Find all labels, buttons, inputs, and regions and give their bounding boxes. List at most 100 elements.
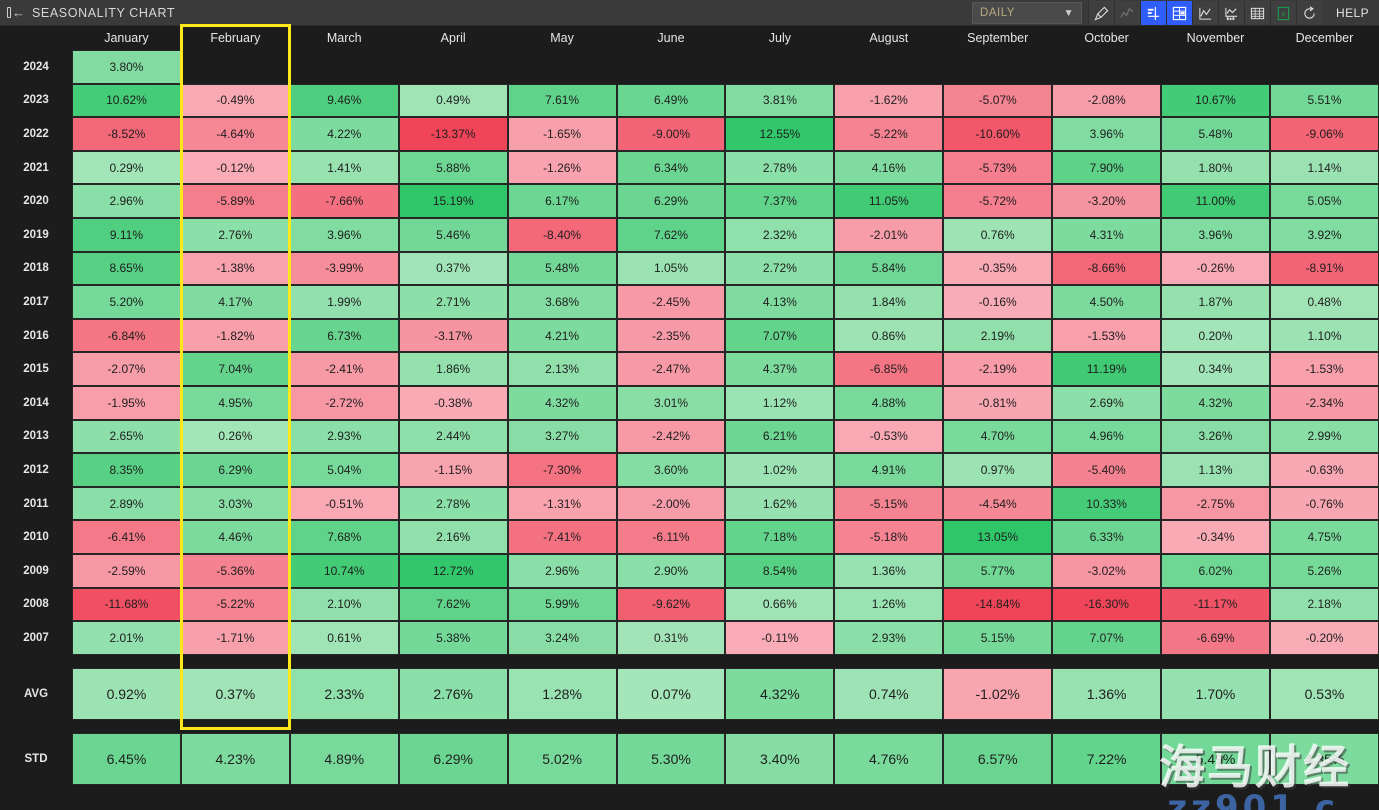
data-cell[interactable]: -1.31% (507, 486, 617, 521)
data-cell[interactable]: 4.32% (507, 385, 617, 420)
data-cell[interactable]: 1.99% (289, 285, 399, 319)
data-cell[interactable]: 8.35% (72, 453, 181, 487)
data-cell[interactable]: -5.73% (943, 150, 1053, 185)
data-cell[interactable]: 2.65% (72, 419, 181, 454)
data-cell[interactable]: 2.18% (1269, 587, 1379, 622)
data-cell[interactable]: 1.12% (725, 385, 835, 420)
data-cell[interactable]: -11.68% (72, 587, 181, 622)
data-cell[interactable]: 5.38% (398, 621, 508, 655)
data-cell[interactable]: 3.01% (616, 385, 726, 420)
data-cell[interactable]: 5.20% (72, 285, 181, 319)
data-cell[interactable]: 6.17% (507, 184, 617, 218)
summary-cell[interactable]: 5.02% (507, 732, 617, 785)
data-cell[interactable]: -1.15% (398, 453, 508, 487)
data-cell[interactable]: 2.10% (289, 587, 399, 622)
data-cell[interactable]: -5.22% (834, 117, 944, 151)
excel-export-icon[interactable]: X (1270, 1, 1297, 25)
data-cell[interactable]: 7.90% (1052, 150, 1162, 185)
data-cell[interactable]: 5.99% (507, 587, 617, 622)
data-cell[interactable]: -7.66% (289, 184, 399, 218)
data-cell[interactable]: -8.66% (1052, 251, 1162, 286)
summary-cell[interactable]: 2.76% (398, 667, 508, 720)
data-cell[interactable]: 7.18% (725, 520, 835, 554)
data-cell[interactable]: -8.52% (72, 117, 181, 151)
data-cell[interactable]: 8.54% (725, 553, 835, 588)
data-cell[interactable]: -16.30% (1052, 587, 1162, 622)
summary-cell[interactable]: 5.49% (1161, 732, 1270, 785)
summary-cell[interactable]: 4.35% (1269, 732, 1379, 785)
data-cell[interactable]: -2.72% (289, 385, 399, 420)
data-cell[interactable]: 4.95% (180, 385, 290, 420)
summary-cell[interactable]: 5.30% (616, 732, 726, 785)
data-cell[interactable]: 5.88% (398, 150, 508, 185)
data-cell[interactable]: 15.19% (398, 184, 508, 218)
data-cell[interactable]: -0.16% (943, 285, 1053, 319)
data-cell[interactable]: -9.00% (616, 117, 726, 151)
summary-cell[interactable]: 0.37% (180, 667, 290, 720)
data-cell[interactable]: 1.05% (616, 251, 726, 286)
data-cell[interactable]: 4.17% (180, 285, 290, 319)
data-cell[interactable]: -2.01% (834, 217, 944, 252)
data-cell[interactable]: -8.40% (507, 217, 617, 252)
data-cell[interactable]: 7.61% (507, 83, 617, 118)
data-cell[interactable]: 11.05% (834, 184, 944, 218)
data-cell[interactable]: 12.72% (398, 553, 508, 588)
data-cell[interactable]: 0.20% (1161, 318, 1270, 353)
data-cell[interactable]: 4.88% (834, 385, 944, 420)
data-cell[interactable]: -3.20% (1052, 184, 1162, 218)
data-cell[interactable]: 2.93% (289, 419, 399, 454)
data-cell[interactable]: 2.96% (507, 553, 617, 588)
data-cell-empty[interactable] (1269, 50, 1379, 84)
summary-cell[interactable]: 1.28% (507, 667, 617, 720)
data-cell[interactable]: 3.60% (616, 453, 726, 487)
data-cell[interactable]: -8.91% (1269, 251, 1379, 286)
data-cell[interactable]: 13.05% (943, 520, 1053, 554)
data-cell[interactable]: 2.69% (1052, 385, 1162, 420)
data-cell[interactable]: 6.49% (616, 83, 726, 118)
data-cell[interactable]: 0.29% (72, 150, 181, 185)
data-cell[interactable]: 1.14% (1269, 150, 1379, 185)
data-cell[interactable]: 5.48% (507, 251, 617, 286)
data-cell-empty[interactable] (943, 50, 1053, 84)
data-cell[interactable]: 5.15% (943, 621, 1053, 655)
data-cell[interactable]: 4.70% (943, 419, 1053, 454)
data-cell[interactable]: 2.13% (507, 352, 617, 386)
month-header-july[interactable]: July (725, 26, 835, 50)
data-cell[interactable]: 5.84% (834, 251, 944, 286)
data-cell[interactable]: -0.49% (180, 83, 290, 118)
data-cell[interactable]: 0.37% (398, 251, 508, 286)
data-cell[interactable]: -5.07% (943, 83, 1053, 118)
histogram-chart-icon[interactable] (1218, 1, 1245, 25)
data-cell[interactable]: -0.11% (725, 621, 835, 655)
data-cell[interactable]: 1.02% (725, 453, 835, 487)
month-header-september[interactable]: September (943, 26, 1053, 50)
summary-cell[interactable]: 2.33% (289, 667, 399, 720)
data-cell[interactable]: 0.49% (398, 83, 508, 118)
data-cell[interactable]: -7.30% (507, 453, 617, 487)
month-header-october[interactable]: October (1052, 26, 1162, 50)
period-select[interactable]: DAILY ▼ (972, 2, 1083, 24)
data-cell[interactable]: -0.81% (943, 385, 1053, 420)
data-cell[interactable]: -3.99% (289, 251, 399, 286)
month-header-august[interactable]: August (834, 26, 944, 50)
summary-cell[interactable]: 4.23% (180, 732, 290, 785)
data-cell[interactable]: 3.68% (507, 285, 617, 319)
data-cell[interactable]: -1.62% (834, 83, 944, 118)
data-cell[interactable]: -1.26% (507, 150, 617, 185)
data-cell[interactable]: -0.26% (1161, 251, 1270, 286)
data-cell[interactable]: 2.01% (72, 621, 181, 655)
data-cell[interactable]: 3.26% (1161, 419, 1270, 454)
summary-cell[interactable]: 1.70% (1161, 667, 1270, 720)
data-cell-empty[interactable] (289, 50, 399, 84)
brush-icon[interactable] (1088, 1, 1115, 25)
data-cell[interactable]: 2.72% (725, 251, 835, 286)
data-cell[interactable]: 4.96% (1052, 419, 1162, 454)
data-cell-empty[interactable] (1052, 50, 1162, 84)
data-cell[interactable]: -5.89% (180, 184, 290, 218)
data-cell[interactable]: 2.93% (834, 621, 944, 655)
data-cell[interactable]: -2.45% (616, 285, 726, 319)
month-header-may[interactable]: May (507, 26, 617, 50)
summary-cell[interactable]: 6.57% (943, 732, 1053, 785)
data-cell[interactable]: -2.75% (1161, 486, 1270, 521)
data-cell[interactable]: -6.41% (72, 520, 181, 554)
